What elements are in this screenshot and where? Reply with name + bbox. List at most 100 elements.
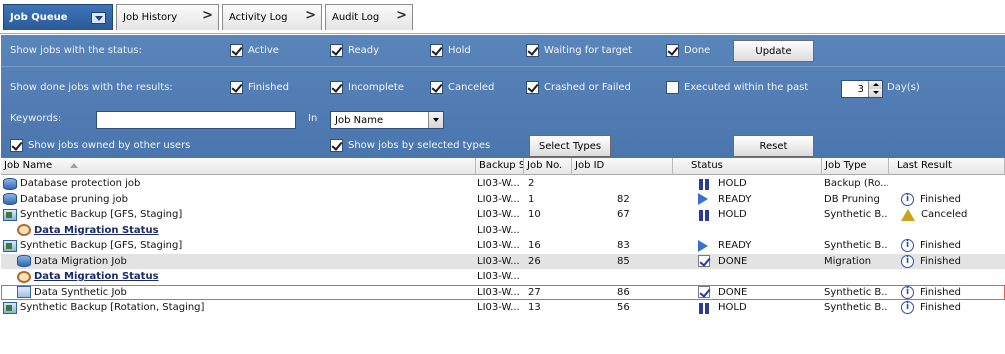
tab-label: Activity Log: [229, 12, 288, 23]
status-waiting-checkbox[interactable]: Waiting for target: [526, 44, 632, 57]
migration-status-icon: [17, 224, 31, 236]
backup-server-cell: LI03-W...: [477, 255, 520, 267]
checkbox-box[interactable]: [10, 139, 23, 152]
checkbox-box[interactable]: [330, 44, 343, 57]
status-filter-row: Show jobs with the status: Active Ready …: [1, 35, 1005, 67]
table-row[interactable]: Data Migration Job LI03-W... 26 85 DONE Migra…: [1, 253, 1005, 269]
column-header-last-result[interactable]: Last Result: [889, 158, 1005, 175]
table-row[interactable]: Database protection job LI03-W... 2 HOLD Bac…: [1, 176, 1005, 191]
stepper-up-icon[interactable]: [868, 81, 882, 89]
finished-icon: i: [901, 239, 914, 252]
job-name[interactable]: Data Migration Status: [34, 269, 159, 284]
job-name-cell: Synthetic Backup [GFS, Staging]: [3, 238, 471, 253]
job-no-cell: 2: [528, 178, 535, 189]
job-id-cell: 86: [617, 286, 630, 298]
result-incomplete-checkbox[interactable]: Incomplete: [330, 81, 404, 94]
checkbox-label: Show jobs by selected types: [348, 140, 491, 151]
stepper-down-icon[interactable]: [868, 89, 882, 97]
column-header-job-id[interactable]: Job ID: [572, 158, 673, 175]
checkbox-box[interactable]: [330, 81, 343, 94]
tab-audit-log[interactable]: Audit Log >: [325, 4, 413, 30]
column-header-job-name[interactable]: Job Name: [1, 158, 476, 175]
checkbox-box[interactable]: [526, 44, 539, 57]
table-row[interactable]: Synthetic Backup [Rotation, Staging] LI03…: [1, 300, 1005, 315]
table-row[interactable]: Database pruning job LI03-W... 1 82 READY DB …: [1, 192, 1005, 207]
job-no-cell: 16: [528, 240, 541, 251]
job-type-cell: [824, 269, 888, 284]
tab-activity-log[interactable]: Activity Log >: [222, 4, 322, 30]
job-type-cell: Synthetic B...: [824, 302, 888, 313]
checkbox-box[interactable]: [666, 44, 679, 57]
last-result-cell: [901, 269, 1001, 284]
job-id-cell: 56: [617, 302, 630, 313]
select-types-button[interactable]: Select Types: [529, 135, 611, 157]
status-hold-checkbox[interactable]: Hold: [430, 44, 471, 57]
ready-icon: [698, 239, 708, 252]
result-finished-checkbox[interactable]: Finished: [230, 81, 289, 94]
status-cell: DONE: [698, 254, 818, 269]
checkbox-label: Active: [248, 45, 279, 56]
synthetic-backup-icon: [3, 301, 17, 314]
dropdown-arrow-icon[interactable]: [91, 12, 106, 24]
status-done-checkbox[interactable]: Done: [666, 44, 710, 57]
status-cell: READY: [698, 238, 818, 253]
column-header-job-type[interactable]: Job Type: [822, 158, 889, 175]
job-table: Job Name Backup Se... Job No. Job ID Sta…: [1, 158, 1005, 354]
keywords-input[interactable]: [96, 111, 296, 129]
checkbox-box[interactable]: [430, 44, 443, 57]
tab-label: Job Queue: [10, 12, 68, 23]
checkbox-box[interactable]: [230, 81, 243, 94]
column-header-status[interactable]: Status: [673, 158, 822, 175]
column-header-label: Job Type: [825, 160, 867, 171]
checkbox-box[interactable]: [430, 81, 443, 94]
search-field-select[interactable]: Job Name: [330, 111, 444, 129]
tab-label: Audit Log: [332, 12, 380, 23]
checkbox-box[interactable]: [666, 81, 679, 94]
table-row[interactable]: Data Migration Status LI03-W...: [1, 269, 1005, 284]
canceled-icon: [901, 208, 915, 221]
table-row[interactable]: Data Synthetic Job LI03-W... 27 86 DONE Synth…: [1, 284, 1005, 300]
show-other-users-checkbox[interactable]: Show jobs owned by other users: [10, 139, 190, 152]
job-name[interactable]: Data Migration Status: [34, 223, 159, 238]
status-cell: [698, 269, 818, 284]
status-text: READY: [718, 193, 752, 205]
update-button[interactable]: Update: [733, 40, 814, 62]
checkbox-box[interactable]: [230, 44, 243, 57]
tab-job-history[interactable]: Job History >: [116, 4, 219, 30]
show-selected-types-checkbox[interactable]: Show jobs by selected types: [330, 139, 490, 152]
status-cell: [698, 223, 818, 238]
status-active-checkbox[interactable]: Active: [230, 44, 279, 57]
job-name-cell: Database protection job: [3, 176, 471, 191]
ready-icon: [698, 193, 708, 205]
checkbox-label: Canceled: [448, 82, 495, 93]
database-icon: [3, 177, 17, 190]
column-header-job-no[interactable]: Job No.: [524, 158, 572, 175]
synthetic-backup-icon: [3, 239, 17, 252]
checkbox-box[interactable]: [330, 139, 343, 152]
table-row[interactable]: Synthetic Backup [GFS, Staging] LI03-W...…: [1, 207, 1005, 222]
table-row[interactable]: Synthetic Backup [GFS, Staging] LI03-W...…: [1, 238, 1005, 253]
job-name-cell: Data Migration Status: [17, 269, 471, 284]
checkbox-label: Show jobs owned by other users: [28, 140, 191, 151]
result-executed-within-checkbox[interactable]: Executed within the past: [666, 81, 808, 94]
column-header-backup-server[interactable]: Backup Se...: [476, 158, 524, 175]
days-stepper[interactable]: 3: [841, 80, 883, 98]
result-canceled-checkbox[interactable]: Canceled: [430, 81, 494, 94]
result-text: Finished: [920, 302, 961, 313]
checkbox-label: Finished: [248, 82, 289, 93]
status-text: HOLD: [718, 178, 747, 189]
backup-server-cell: LI03-W...: [477, 302, 520, 313]
status-text: HOLD: [718, 209, 747, 220]
reset-button[interactable]: Reset: [733, 135, 814, 157]
result-crashed-checkbox[interactable]: Crashed or Failed: [526, 81, 631, 94]
job-name: Synthetic Backup [Rotation, Staging]: [20, 302, 205, 313]
status-text: DONE: [718, 255, 748, 267]
hold-icon: [698, 178, 710, 190]
job-name-cell: Data Synthetic Job: [17, 285, 471, 300]
checkbox-box[interactable]: [526, 81, 539, 94]
status-ready-checkbox[interactable]: Ready: [330, 44, 379, 57]
tab-job-queue[interactable]: Job Queue: [3, 4, 113, 30]
job-no-cell: 13: [528, 302, 541, 313]
table-row[interactable]: Data Migration Status LI03-W...: [1, 223, 1005, 238]
chevron-down-icon[interactable]: [428, 112, 443, 128]
